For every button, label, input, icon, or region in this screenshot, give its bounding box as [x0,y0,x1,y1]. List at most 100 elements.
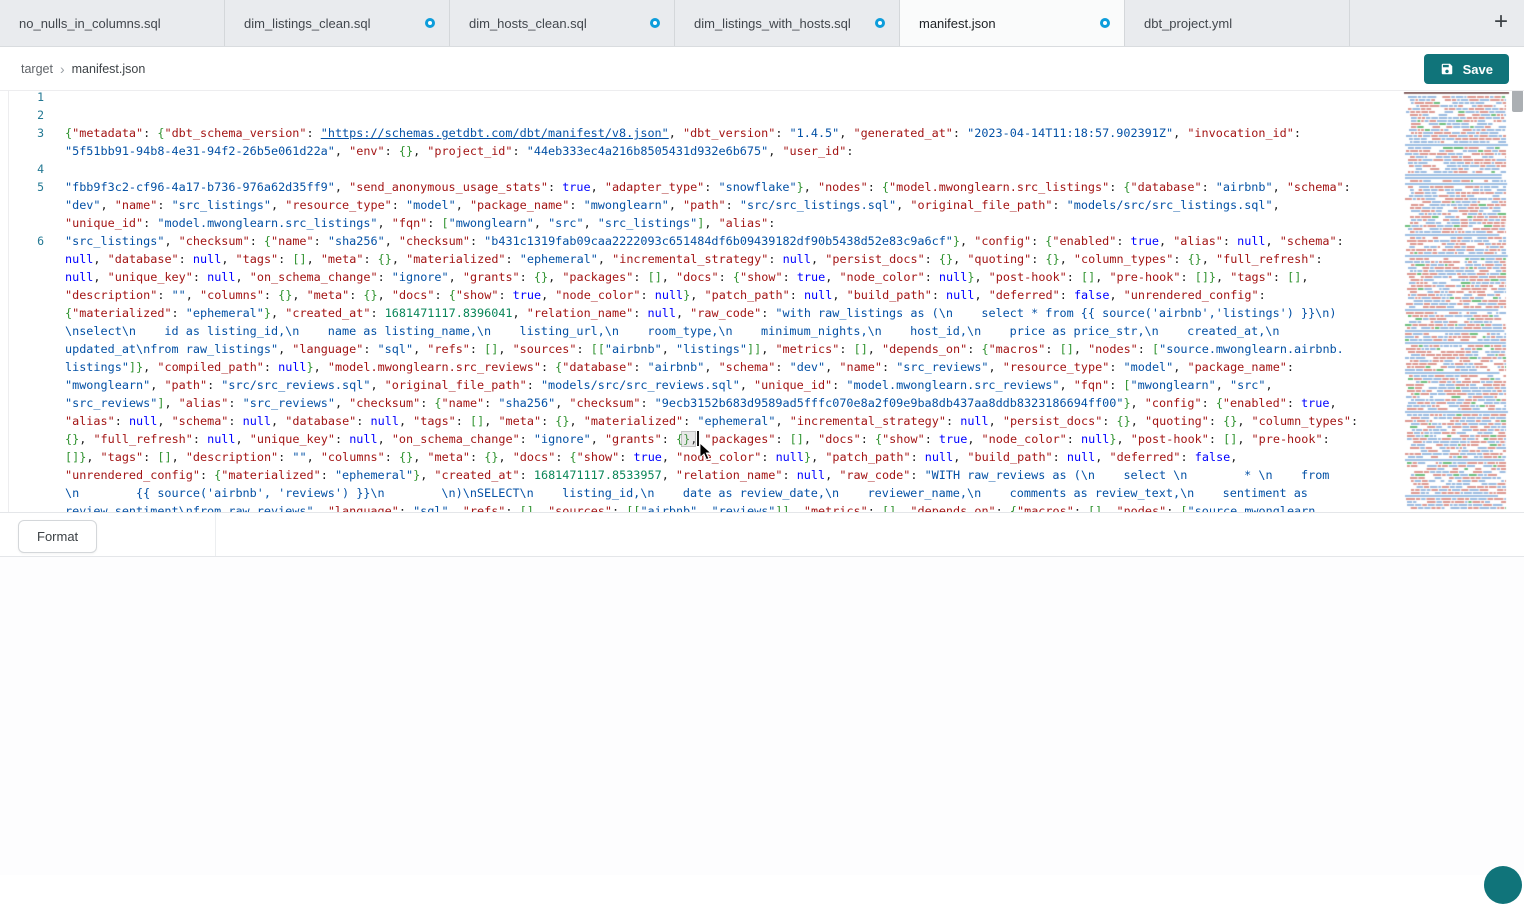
line-number [0,430,44,448]
line-number: 6 [0,232,44,250]
code-row[interactable]: 4 [0,160,1402,178]
code-row[interactable]: "unrendered_config": {"materialized": "e… [0,466,1402,484]
line-number [0,358,44,376]
code-text: "src_reviews"], "alias": "src_reviews", … [44,394,1337,412]
code-row[interactable]: 6"src_listings", "checksum": {"name": "s… [0,232,1402,250]
code-text: "dev", "name": "src_listings", "resource… [44,196,1280,214]
breadcrumb-file: manifest.json [72,62,146,76]
tab-dim-hosts-clean-sql[interactable]: dim_hosts_clean.sql [450,0,675,46]
code-row[interactable]: "mwonglearn", "path": "src/src_reviews.s… [0,376,1402,394]
tab-no-nulls-in-columns-sql[interactable]: no_nulls_in_columns.sql [0,0,225,46]
line-number [0,268,44,286]
line-number [0,304,44,322]
code-text: "mwonglearn", "path": "src/src_reviews.s… [44,376,1273,394]
new-tab-button[interactable]: + [1486,8,1516,36]
tab-label: dim_listings_clean.sql [244,16,370,31]
mouse-pointer-icon [699,442,712,466]
tab-dim-listings-clean-sql[interactable]: dim_listings_clean.sql [225,0,450,46]
tab-bar: no_nulls_in_columns.sql dim_listings_clea… [0,0,1524,47]
results-panel [0,557,1524,875]
code-text: {"materialized": "ephemeral"}, "created_… [44,304,1337,322]
code-text: "5f51bb91-94b8-4e31-94f2-26b5e061d22a", … [44,142,853,160]
code-row[interactable]: review_sentiment\nfrom raw_reviews", "la… [0,502,1402,512]
floppy-icon [1440,62,1454,76]
save-button[interactable]: Save [1424,54,1509,84]
unsaved-changes-dot-icon [1100,18,1110,28]
line-number [0,250,44,268]
line-number [0,484,44,502]
minimap[interactable] [1402,92,1513,510]
code-text: "unique_id": "model.mwonglearn.src_listi… [44,214,775,232]
tab-strip: no_nulls_in_columns.sql dim_listings_clea… [0,0,1524,46]
tab-label: manifest.json [919,16,996,31]
line-number [0,376,44,394]
help-button[interactable] [1484,866,1522,904]
line-number: 4 [0,160,44,178]
editor-action-bar: Format [0,512,1524,557]
unsaved-changes-dot-icon [650,18,660,28]
code-row[interactable]: \nselect\n id as listing_id,\n name as l… [0,322,1402,340]
code-row[interactable]: {"materialized": "ephemeral"}, "created_… [0,304,1402,322]
code-row[interactable]: null, "database": null, "tags": [], "met… [0,250,1402,268]
code-row[interactable]: \n {{ source('airbnb', 'reviews') }}\n \… [0,484,1402,502]
format-button[interactable]: Format [18,520,97,553]
unsaved-changes-dot-icon [875,18,885,28]
code-row[interactable]: 2 [0,106,1402,124]
tab-dbt-project-yml[interactable]: dbt_project.yml [1125,0,1350,46]
code-text: updated_at\nfrom raw_listings", "languag… [44,340,1344,358]
tab-manifest-json[interactable]: manifest.json [900,0,1125,46]
code-text: listings"]}, "compiled_path": null}, "mo… [44,358,1294,376]
line-number: 2 [0,106,44,124]
code-text: \n {{ source('airbnb', 'reviews') }}\n \… [44,484,1308,502]
breadcrumb-folder: target [21,62,53,76]
code-row[interactable]: "5f51bb91-94b8-4e31-94f2-26b5e061d22a", … [0,142,1402,160]
line-number [0,142,44,160]
line-number [0,196,44,214]
line-number [0,466,44,484]
code-row[interactable]: 3{"metadata": {"dbt_schema_version": "ht… [0,124,1402,142]
tab-label: dim_listings_with_hosts.sql [694,16,851,31]
code-text: "unrendered_config": {"materialized": "e… [44,466,1329,484]
line-number [0,340,44,358]
code-text [44,106,65,124]
code-text [44,160,65,178]
code-text: "alias": null, "schema": null, "database… [44,412,1358,430]
code-row[interactable]: "description": "", "columns": {}, "meta"… [0,286,1402,304]
tab-dim-listings-with-hosts-sql[interactable]: dim_listings_with_hosts.sql [675,0,900,46]
code-row[interactable]: "src_reviews"], "alias": "src_reviews", … [0,394,1402,412]
tab-label: no_nulls_in_columns.sql [19,16,161,31]
code-text: []}, "tags": [], "description": "", "col… [44,448,1237,466]
pane-divider [8,91,9,512]
code-text: "fbb9f3c2-cf96-4a17-b736-976a62d35ff9", … [44,178,1351,196]
chevron-right-icon: › [60,62,65,76]
line-number [0,214,44,232]
code-text: "src_listings", "checksum": {"name": "sh… [44,232,1344,250]
code-row[interactable]: 5"fbb9f3c2-cf96-4a17-b736-976a62d35ff9",… [0,178,1402,196]
breadcrumb: target › manifest.json [21,47,145,90]
divider [215,513,216,556]
code-text: review_sentiment\nfrom raw_reviews", "la… [44,502,1322,512]
code-text: \nselect\n id as listing_id,\n name as l… [44,322,1280,340]
line-number [0,394,44,412]
tab-label: dim_hosts_clean.sql [469,16,587,31]
code-row[interactable]: "unique_id": "model.mwonglearn.src_listi… [0,214,1402,232]
line-number [0,502,44,512]
code-text: {"metadata": {"dbt_schema_version": "htt… [44,124,1301,142]
save-button-label: Save [1463,62,1493,77]
code-row[interactable]: listings"]}, "compiled_path": null}, "mo… [0,358,1402,376]
code-text: "description": "", "columns": {}, "meta"… [44,286,1266,304]
line-number [0,322,44,340]
line-number: 3 [0,124,44,142]
code-row[interactable]: "dev", "name": "src_listings", "resource… [0,196,1402,214]
code-text: null, "database": null, "tags": [], "met… [44,250,1323,268]
file-toolbar: target › manifest.json Save [0,47,1524,91]
code-row[interactable]: null, "unique_key": null, "on_schema_cha… [0,268,1402,286]
line-number [0,448,44,466]
line-number: 5 [0,178,44,196]
tab-label: dbt_project.yml [1144,16,1232,31]
code-row[interactable]: updated_at\nfrom raw_listings", "languag… [0,340,1402,358]
line-number [0,412,44,430]
scrollbar-thumb[interactable] [1512,90,1523,112]
code-row[interactable]: "alias": null, "schema": null, "database… [0,412,1402,430]
line-number [0,286,44,304]
